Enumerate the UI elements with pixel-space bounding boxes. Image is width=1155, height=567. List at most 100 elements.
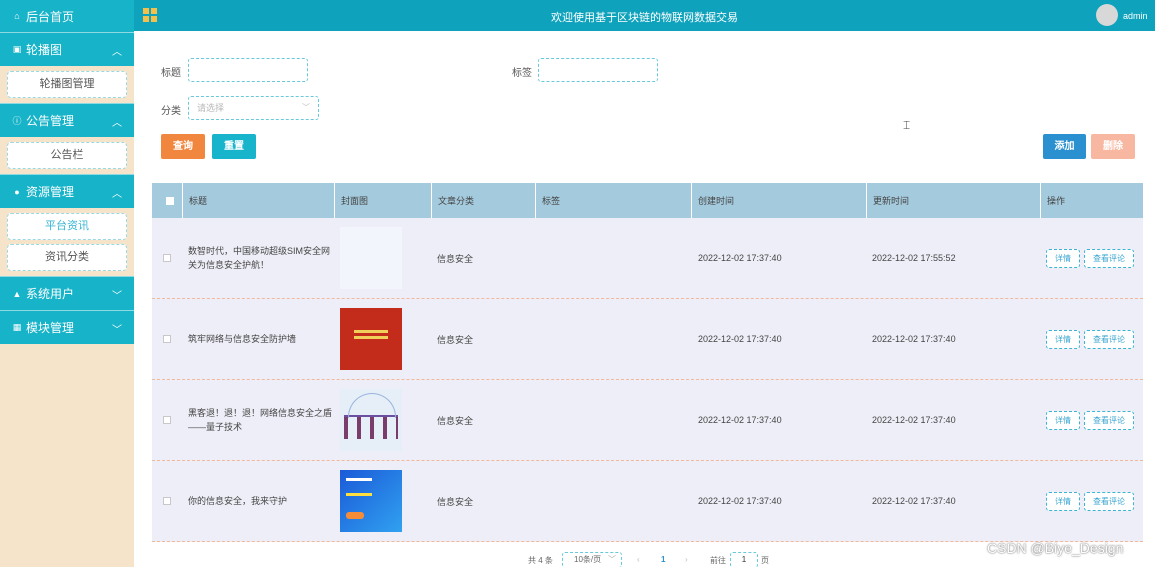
table-header: 标题 封面图 文章分类 标签 创建时间 更新时间 操作 <box>152 183 1143 218</box>
category-placeholder: 请选择 <box>197 103 225 113</box>
row-title: 你的信息安全，我来守护 <box>188 496 288 506</box>
sidebar-item-home[interactable]: ⌂ 后台首页 <box>0 0 134 32</box>
chevron-up-icon: ︿ <box>112 47 122 58</box>
header-actions: 操作 <box>1040 183 1143 218</box>
mouse-cursor-icon: ⌶ <box>903 118 911 132</box>
header-category: 文章分类 <box>431 183 535 218</box>
sidebar-group-label: 系统用户 <box>26 287 75 301</box>
header-updated: 更新时间 <box>866 183 1040 218</box>
row-updated: 2022-12-02 17:37:40 <box>872 415 956 425</box>
top-header: 欢迎使用基于区块链的物联网数据交易 admin <box>134 0 1155 31</box>
goto-label: 前往 <box>710 556 726 565</box>
chevron-down-icon: ﹀ <box>608 555 616 564</box>
sidebar-item-bulletin[interactable]: 公告栏 <box>7 142 127 169</box>
username[interactable]: admin <box>1123 11 1148 21</box>
row-tag <box>535 461 691 541</box>
sidebar-group-modules[interactable]: ▦ 模块管理 ﹀ <box>0 310 134 344</box>
chevron-up-icon: ︿ <box>112 118 122 129</box>
cover-image <box>340 308 402 370</box>
row-checkbox[interactable] <box>163 416 171 424</box>
header-tag: 标签 <box>535 183 691 218</box>
sidebar-group-resources[interactable]: ● 资源管理 ︿ <box>0 174 134 208</box>
next-page-icon[interactable]: › <box>685 555 688 564</box>
image-icon: ▣ <box>12 44 22 54</box>
row-updated: 2022-12-02 17:55:52 <box>872 253 956 263</box>
title-filter-label: 标题 <box>161 68 181 79</box>
location-icon: ● <box>14 186 20 197</box>
total-count: 共 4 条 <box>528 556 553 565</box>
row-title: 筑牢网络与信息安全防护墙 <box>188 334 297 344</box>
sidebar-group-carousel[interactable]: ▣ 轮播图 ︿ <box>0 32 134 66</box>
review-button[interactable]: 查看评论 <box>1084 329 1134 349</box>
page-size-value: 10条/页 <box>574 555 602 564</box>
sidebar-group-system-users[interactable]: ▲ 系统用户 ﹀ <box>0 276 134 310</box>
add-button[interactable]: 添加 <box>1043 134 1086 159</box>
sidebar: ⌂ 后台首页 ▣ 轮播图 ︿ 轮播图管理 ⓘ 公告管理 ︿ 公告栏 ● 资源管理… <box>0 0 134 567</box>
cover-image <box>340 389 402 451</box>
page-unit-label: 页 <box>761 556 769 565</box>
page-size-select[interactable]: 10条/页 ﹀ <box>562 552 622 567</box>
review-button[interactable]: 查看评论 <box>1084 410 1134 430</box>
review-button[interactable]: 查看评论 <box>1084 248 1134 268</box>
user-icon: ▲ <box>12 288 22 299</box>
detail-button[interactable]: 详情 <box>1046 329 1080 349</box>
prev-page-icon[interactable]: ‹ <box>637 555 640 564</box>
tag-filter-label: 标签 <box>512 68 532 79</box>
sidebar-group-label: 公告管理 <box>26 114 75 128</box>
detail-button[interactable]: 详情 <box>1046 410 1080 430</box>
avatar[interactable] <box>1096 4 1118 26</box>
page-number[interactable]: 1 <box>661 555 665 564</box>
row-created: 2022-12-02 17:37:40 <box>698 415 782 425</box>
row-created: 2022-12-02 17:37:40 <box>698 334 782 344</box>
row-updated: 2022-12-02 17:37:40 <box>872 496 956 506</box>
row-category: 信息安全 <box>437 496 474 507</box>
row-checkbox[interactable] <box>163 335 171 343</box>
chevron-up-icon: ︿ <box>112 189 122 200</box>
chevron-down-icon: ﹀ <box>302 103 310 112</box>
query-button[interactable]: 查询 <box>161 134 205 159</box>
row-category: 信息安全 <box>437 415 474 426</box>
table-row: 筑牢网络与信息安全防护墙 信息安全 2022-12-02 17:37:40 20… <box>152 299 1143 380</box>
row-category: 信息安全 <box>437 334 474 345</box>
header-title: 标题 <box>182 183 334 218</box>
row-tag <box>535 299 691 379</box>
row-title: 数智时代，中国移动超级SIM安全网关为信息安全护航！ <box>188 246 331 270</box>
cover-image <box>340 470 402 532</box>
chevron-down-icon: ﹀ <box>112 291 122 302</box>
pagination: 共 4 条 10条/页 ﹀ ‹ 1 › 前往 1 页 <box>0 550 1155 567</box>
row-category: 信息安全 <box>437 253 474 264</box>
watermark: CSDN @Biye_Design <box>987 540 1124 556</box>
review-button[interactable]: 查看评论 <box>1084 491 1134 511</box>
reset-button[interactable]: 重置 <box>212 134 256 159</box>
info-icon: ⓘ <box>12 116 22 126</box>
row-checkbox[interactable] <box>163 254 171 262</box>
sidebar-home-label: 后台首页 <box>26 9 75 24</box>
detail-button[interactable]: 详情 <box>1046 491 1080 511</box>
sidebar-item-news-category[interactable]: 资讯分类 <box>7 244 127 271</box>
row-created: 2022-12-02 17:37:40 <box>698 253 782 263</box>
chevron-down-icon: ﹀ <box>112 325 122 336</box>
goto-page-input[interactable]: 1 <box>730 552 758 567</box>
row-checkbox[interactable] <box>163 497 171 505</box>
tag-input[interactable] <box>538 58 658 82</box>
sidebar-item-carousel-manage[interactable]: 轮播图管理 <box>7 71 127 98</box>
row-created: 2022-12-02 17:37:40 <box>698 496 782 506</box>
category-filter-label: 分类 <box>161 106 181 117</box>
select-all-checkbox[interactable] <box>166 196 174 205</box>
cover-image <box>340 227 402 289</box>
table-row: 你的信息安全，我来守护 信息安全 2022-12-02 17:37:40 202… <box>152 461 1143 542</box>
home-icon: ⌂ <box>14 11 20 21</box>
sidebar-group-label: 轮播图 <box>26 43 63 57</box>
category-select[interactable]: 请选择 ﹀ <box>188 96 319 120</box>
row-updated: 2022-12-02 17:37:40 <box>872 334 956 344</box>
delete-button[interactable]: 删除 <box>1091 134 1135 159</box>
row-title: 黑客退！退！退！网络信息安全之盾——量子技术 <box>188 408 333 432</box>
sidebar-group-announcement[interactable]: ⓘ 公告管理 ︿ <box>0 103 134 137</box>
header-cover: 封面图 <box>334 183 431 218</box>
detail-button[interactable]: 详情 <box>1046 248 1080 268</box>
page-title: 欢迎使用基于区块链的物联网数据交易 <box>551 12 738 24</box>
title-input[interactable] <box>188 58 308 82</box>
sidebar-item-platform-news[interactable]: 平台资讯 <box>7 213 127 240</box>
header-created: 创建时间 <box>691 183 866 218</box>
select-all-cell <box>152 183 182 218</box>
